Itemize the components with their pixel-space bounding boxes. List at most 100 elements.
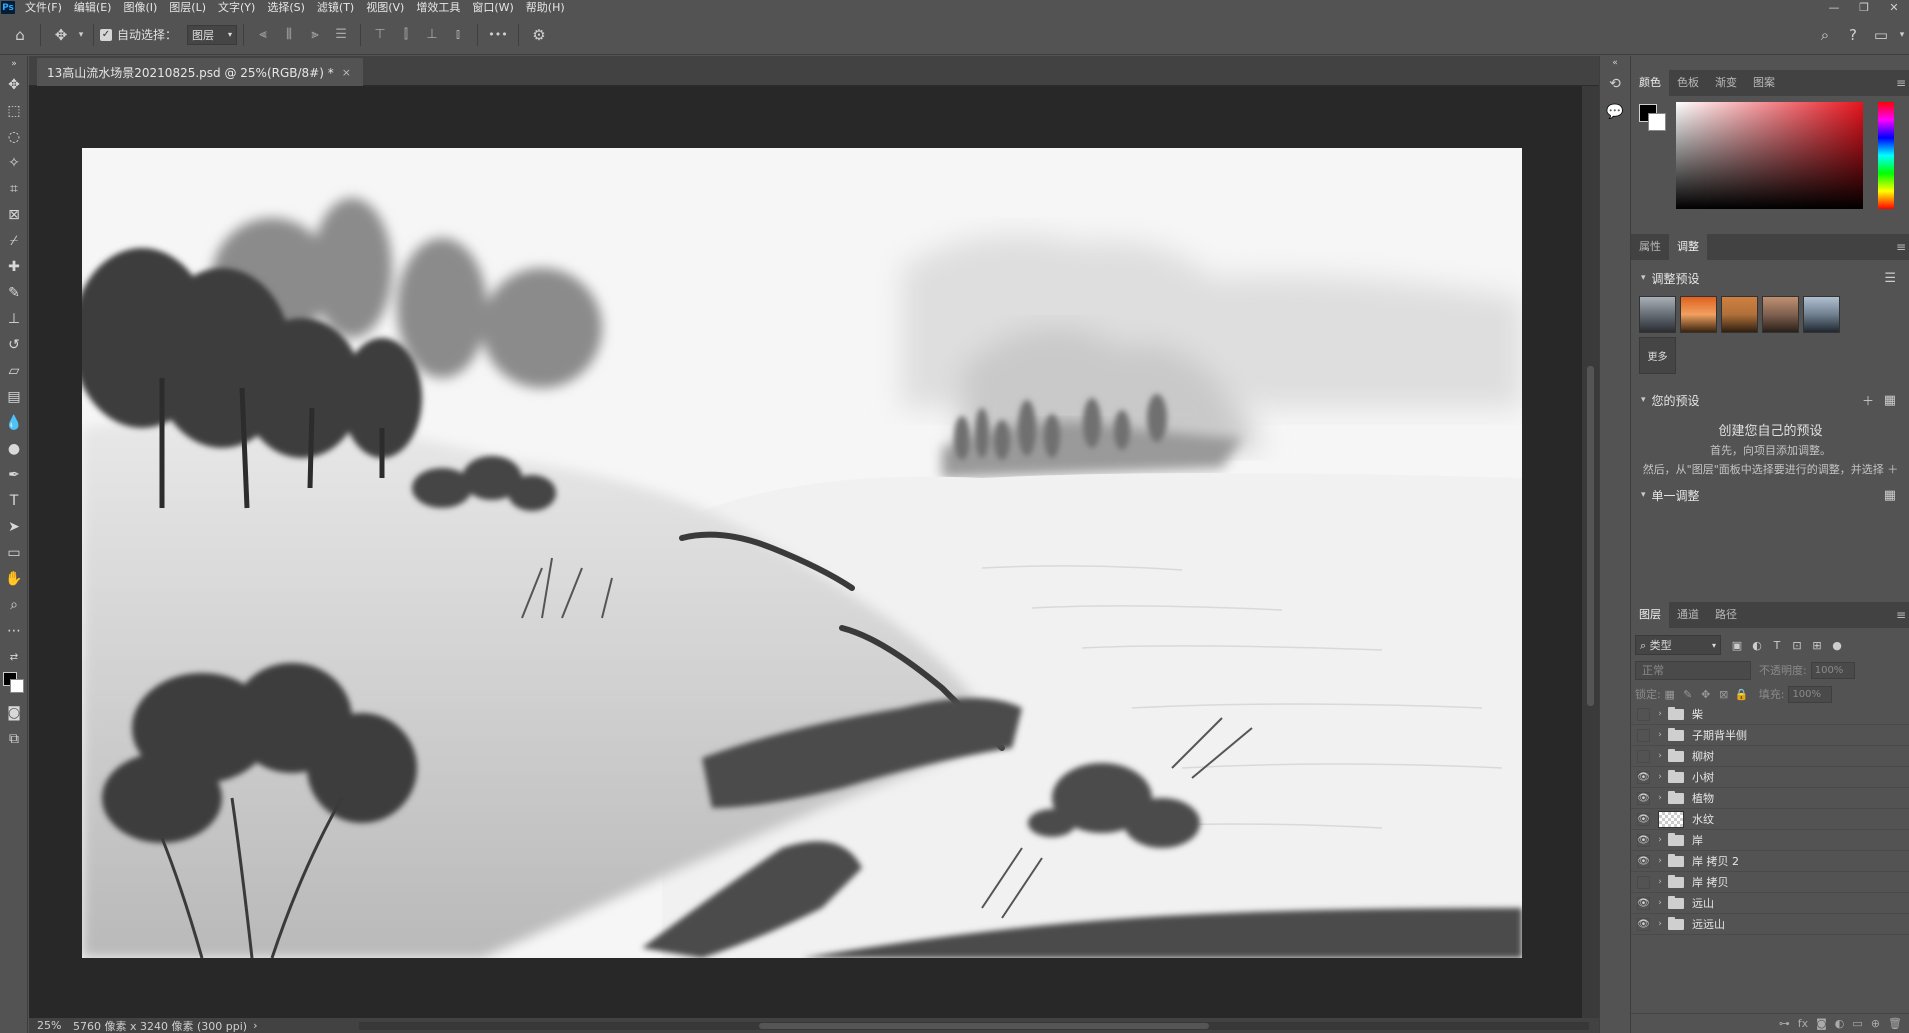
align-middle-icon[interactable]: ⫿ [393,22,419,48]
move-tool-icon[interactable]: ✥ [47,21,75,49]
align-left-icon[interactable]: ⫷ [250,22,276,48]
chevron-right-icon[interactable]: › [1654,835,1666,845]
lasso-tool-icon[interactable]: ◌ [0,124,28,150]
smart-object-filter-icon[interactable]: ⊞ [1807,639,1827,652]
chevron-right-icon[interactable]: › [1654,730,1666,740]
align-bottom-icon[interactable]: ⊥ [419,22,445,48]
blend-mode-dropdown[interactable]: 正常 [1635,660,1751,680]
auto-select-checkbox[interactable]: ✓ [100,28,112,41]
chevron-down-icon[interactable]: ▾ [1895,21,1909,49]
panel-tab[interactable]: 属性 [1631,234,1669,260]
visibility-eye-icon[interactable]: 👁 [1637,791,1650,805]
menu-item[interactable]: 窗口(W) [466,0,519,15]
menu-item[interactable]: 图像(I) [117,0,163,15]
add-icon[interactable]: ＋ [1862,392,1874,409]
canvas-viewport[interactable] [29,86,1582,1018]
preset-thumbnail[interactable] [1680,296,1717,333]
search-icon[interactable]: ⌕ [1811,21,1839,49]
document-canvas[interactable] [82,148,1522,958]
panel-tab[interactable]: 路径 [1707,602,1745,628]
visibility-eye-icon[interactable] [1637,707,1650,721]
chevron-down-icon[interactable]: ▾ [75,21,87,49]
brush-tool-icon[interactable]: ✎ [0,280,28,306]
visibility-eye-icon[interactable]: 👁 [1637,854,1650,868]
type-filter-icon[interactable]: T [1767,639,1787,652]
lock-pixels-icon[interactable]: ✎ [1679,688,1697,701]
grid-view-icon[interactable]: ▦ [1884,393,1896,408]
layer-row[interactable]: 👁 › 岸 [1631,830,1909,851]
more-tools-icon[interactable]: ⋯ [0,618,28,644]
move-tool-icon[interactable]: ✥ [0,72,28,98]
visibility-eye-icon[interactable] [1637,875,1650,889]
lock-all-icon[interactable]: 🔒 [1733,688,1751,701]
crop-tool-icon[interactable]: ⌗ [0,176,28,202]
preset-thumbnail[interactable] [1803,296,1840,333]
chevron-right-icon[interactable]: › [1654,751,1666,761]
menu-item[interactable]: 图层(L) [163,0,212,15]
more-options-button[interactable]: ••• [484,21,512,49]
stamp-tool-icon[interactable]: ⊥ [0,306,28,332]
gradient-tool-icon[interactable]: ▤ [0,384,28,410]
color-swatches[interactable] [0,670,28,700]
menu-item[interactable]: 文件(F) [19,0,68,15]
lock-artboard-icon[interactable]: ⊠ [1715,688,1733,701]
pixel-filter-icon[interactable]: ▣ [1727,639,1747,652]
eraser-icon[interactable]: ▱ [0,358,28,384]
panel-tab[interactable]: 图层 [1631,602,1669,628]
status-menu-arrow[interactable]: › [253,1019,257,1032]
scroll-thumb[interactable] [759,1023,1209,1029]
hue-slider[interactable] [1878,102,1894,209]
distribute-icon[interactable]: ☰ [328,22,354,48]
adjustment-filter-icon[interactable]: ◐ [1747,639,1767,652]
chevron-right-icon[interactable]: › [1654,772,1666,782]
menu-item[interactable]: 帮助(H) [520,0,571,15]
chevron-right-icon[interactable]: › [1654,877,1666,887]
color-swatches[interactable] [1639,104,1669,134]
home-icon[interactable]: ⌂ [6,21,34,49]
chevron-right-icon[interactable]: › [1654,898,1666,908]
list-view-icon[interactable]: ☰ [1884,271,1896,286]
grid-view-icon[interactable]: ▦ [1884,488,1896,503]
layer-row[interactable]: › 柳树 [1631,746,1909,767]
chevron-right-icon[interactable]: › [1654,793,1666,803]
layer-row[interactable]: 👁 水纹 [1631,809,1909,830]
restore-icon[interactable]: ❐ [1849,0,1879,15]
layer-row[interactable]: 👁 › 植物 [1631,788,1909,809]
visibility-eye-icon[interactable]: 👁 [1637,770,1650,784]
close-icon[interactable]: ✕ [1879,0,1909,15]
layer-row[interactable]: 👁 › 远山 [1631,893,1909,914]
layer-row[interactable]: › 岸 拷贝 [1631,872,1909,893]
align-top-icon[interactable]: ⊤ [367,22,393,48]
background-swatch[interactable] [1648,113,1666,131]
layer-filter-dropdown[interactable]: ⌕ 类型 ▾ [1635,635,1721,655]
preset-thumbnail[interactable] [1639,296,1676,333]
visibility-eye-icon[interactable]: 👁 [1637,812,1650,826]
frame-tool-icon[interactable]: ⊠ [0,202,28,228]
zoom-level[interactable]: 25% [29,1019,65,1032]
blur-tool-icon[interactable]: 💧 [0,410,28,436]
lock-transparency-icon[interactable]: ▦ [1661,688,1679,701]
panel-menu-icon[interactable]: ≡ [1896,608,1906,622]
comments-icon[interactable]: 💬 [1600,98,1630,126]
layer-row[interactable]: › 子期背半侧 [1631,725,1909,746]
menu-item[interactable]: 文字(Y) [212,0,261,15]
screen-mode-icon[interactable]: ⧉ [0,726,28,752]
chevron-right-icon[interactable]: › [1654,856,1666,866]
path-select-icon[interactable]: ➤ [0,514,28,540]
marquee-tool-icon[interactable]: ⬚ [0,98,28,124]
distribute-vertical-icon[interactable]: ⫾ [445,22,471,48]
layer-row[interactable]: 👁 › 远远山 [1631,914,1909,935]
menu-item[interactable]: 编辑(E) [68,0,118,15]
visibility-eye-icon[interactable]: 👁 [1637,917,1650,931]
visibility-eye-icon[interactable]: 👁 [1637,896,1650,910]
single-adjustment-header[interactable]: ▾ 单一调整 ▦ [1631,483,1909,507]
new-layer-icon[interactable]: ⊕ [1871,1017,1880,1030]
layer-row[interactable]: › 柴 [1631,704,1909,725]
chevron-right-icon[interactable]: › [1654,919,1666,929]
preset-thumbnail[interactable] [1721,296,1758,333]
shape-filter-icon[interactable]: ⊡ [1787,639,1807,652]
background-swatch[interactable] [10,679,24,693]
layer-row[interactable]: 👁 › 岸 拷贝 2 [1631,851,1909,872]
menu-item[interactable]: 滤镜(T) [311,0,360,15]
horizontal-scrollbar[interactable] [359,1022,1589,1030]
